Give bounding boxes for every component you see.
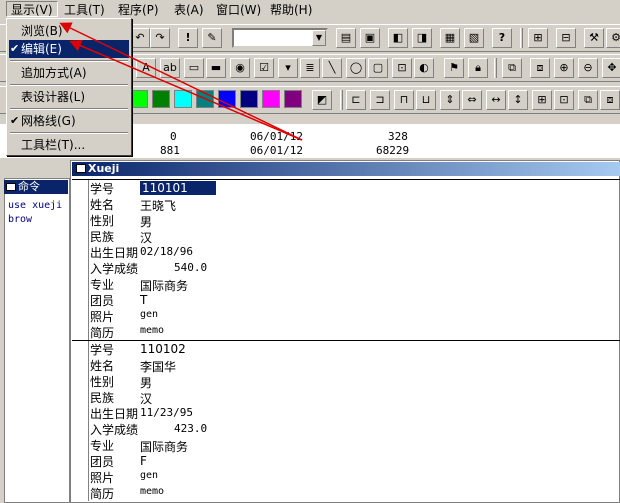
annotation-arrows [59,22,303,141]
annotation-arrow-edit [69,40,303,141]
annotation-arrow-browse [59,22,303,141]
